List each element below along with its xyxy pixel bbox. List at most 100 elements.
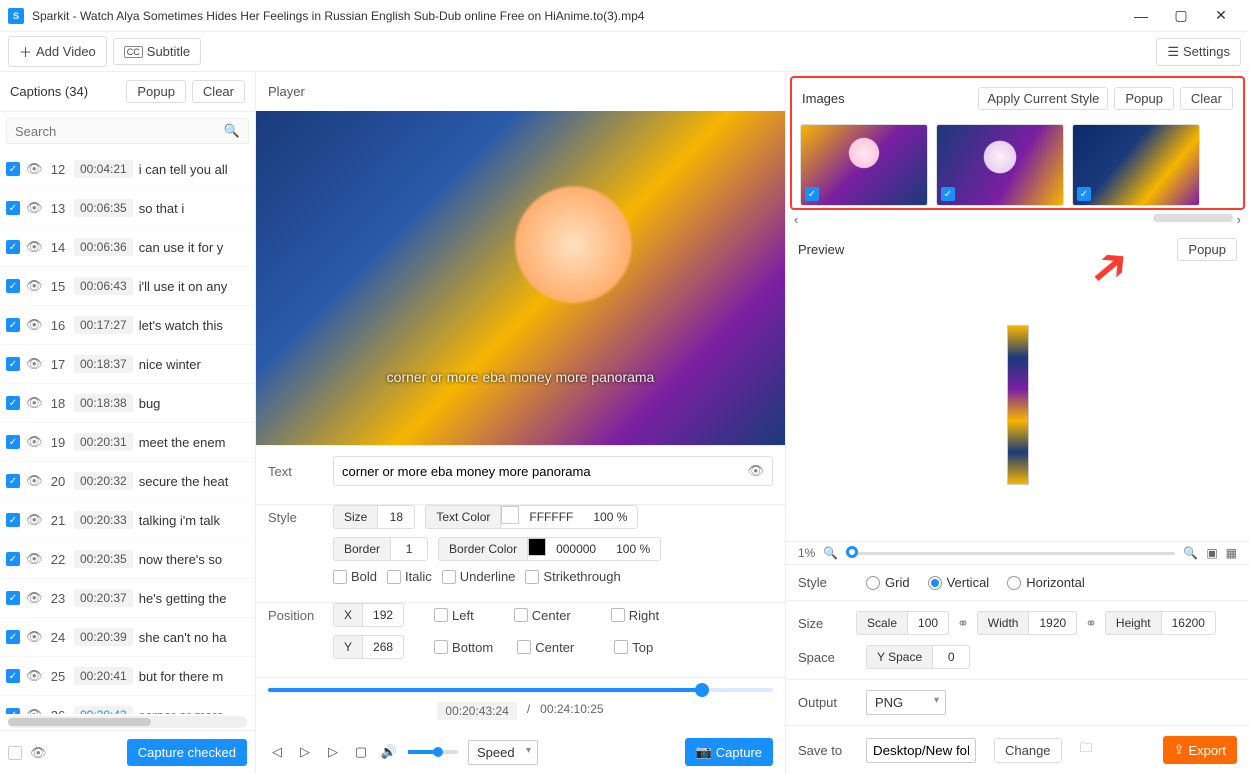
width-field[interactable]: Width1920 — [977, 611, 1077, 635]
row-checkbox[interactable]: ✓ — [6, 513, 20, 527]
stop-icon[interactable]: ▢ — [352, 744, 370, 760]
row-checkbox[interactable]: ✓ — [6, 474, 20, 488]
caption-row[interactable]: ✓ 👁 25 00:20:41 but for there m — [0, 657, 255, 696]
caption-row[interactable]: ✓ 👁 17 00:18:37 nice winter — [0, 345, 255, 384]
row-checkbox[interactable]: ✓ — [6, 591, 20, 605]
row-checkbox[interactable]: ✓ — [6, 396, 20, 410]
captions-search[interactable]: 🔍 — [6, 118, 249, 144]
center-x-checkbox[interactable]: Center — [514, 608, 571, 623]
search-input[interactable] — [15, 124, 224, 139]
settings-button[interactable]: ☰Settings — [1156, 38, 1241, 66]
eye-icon[interactable]: 👁 — [26, 473, 42, 489]
eye-icon[interactable]: 👁 — [26, 668, 42, 684]
eye-icon[interactable]: 👁 — [26, 707, 42, 714]
link-icon[interactable]: ⚭ — [1085, 615, 1097, 632]
strike-checkbox[interactable]: Strikethrough — [525, 569, 620, 584]
captions-hscroll[interactable] — [8, 716, 247, 728]
video-player[interactable]: corner or more eba money more panorama — [256, 111, 785, 445]
horizontal-radio[interactable]: Horizontal — [1007, 575, 1085, 590]
volume-icon[interactable]: 🔊 — [380, 744, 398, 760]
bottom-checkbox[interactable]: Bottom — [434, 640, 493, 655]
close-button[interactable]: ✕ — [1201, 0, 1241, 31]
italic-checkbox[interactable]: Italic — [387, 569, 432, 584]
minimize-button[interactable]: — — [1121, 0, 1161, 31]
eye-icon[interactable]: 👁 — [26, 590, 42, 606]
seek-bar[interactable]: 00:20:43:24 / 00:24:10:25 — [256, 677, 785, 730]
caption-row[interactable]: ✓ 👁 24 00:20:39 she can't no ha — [0, 618, 255, 657]
fill-icon[interactable]: ▦ — [1226, 546, 1237, 560]
row-checkbox[interactable]: ✓ — [6, 669, 20, 683]
play-icon[interactable]: ▷ — [296, 744, 314, 760]
row-checkbox[interactable]: ✓ — [6, 435, 20, 449]
eye-icon[interactable]: 👁 — [26, 200, 42, 216]
output-select[interactable]: PNG — [866, 690, 946, 715]
image-thumb-2[interactable]: ✓ — [936, 124, 1064, 206]
text-color-field[interactable]: Text ColorFFFFFF100 % — [425, 505, 638, 529]
caption-row[interactable]: ✓ 👁 26 00:20:43 corner or more — [0, 696, 255, 714]
fit-icon[interactable]: ▣ — [1206, 546, 1217, 560]
images-clear-button[interactable]: Clear — [1180, 87, 1233, 110]
row-checkbox[interactable]: ✓ — [6, 357, 20, 371]
yspace-field[interactable]: Y Space0 — [866, 645, 970, 669]
eye-icon[interactable]: 👁 — [26, 161, 42, 177]
images-next-icon[interactable]: › — [1237, 212, 1241, 227]
row-checkbox[interactable]: ✓ — [6, 552, 20, 566]
size-field[interactable]: Size18 — [333, 505, 415, 529]
text-field[interactable]: 👁 — [333, 456, 773, 486]
capture-checked-button[interactable]: Capture checked — [127, 739, 247, 766]
saveto-field[interactable] — [866, 738, 976, 763]
border-color-field[interactable]: Border Color000000100 % — [438, 537, 661, 561]
zoom-in-icon[interactable]: 🔍 — [1183, 546, 1198, 560]
eye-icon[interactable]: 👁 — [747, 463, 764, 479]
x-field[interactable]: X192 — [333, 603, 404, 627]
image-thumb-1[interactable]: ✓ — [800, 124, 928, 206]
caption-row[interactable]: ✓ 👁 15 00:06:43 i'll use it on any — [0, 267, 255, 306]
images-popup-button[interactable]: Popup — [1114, 87, 1174, 110]
caption-row[interactable]: ✓ 👁 20 00:20:32 secure the heat — [0, 462, 255, 501]
change-button[interactable]: Change — [994, 738, 1062, 763]
images-scrollbar[interactable] — [1153, 214, 1233, 222]
y-field[interactable]: Y268 — [333, 635, 404, 659]
captions-clear-button[interactable]: Clear — [192, 80, 245, 103]
row-checkbox[interactable]: ✓ — [6, 201, 20, 215]
grid-radio[interactable]: Grid — [866, 575, 910, 590]
row-checkbox[interactable]: ✓ — [6, 240, 20, 254]
zoom-out-icon[interactable]: 🔍 — [823, 546, 838, 560]
folder-icon[interactable]: 🗀 — [1080, 739, 1093, 761]
left-checkbox[interactable]: Left — [434, 608, 474, 623]
export-button[interactable]: ⇪Export — [1163, 736, 1237, 764]
preview-popup-button[interactable]: Popup — [1177, 238, 1237, 261]
caption-row[interactable]: ✓ 👁 22 00:20:35 now there's so — [0, 540, 255, 579]
zoom-slider[interactable] — [846, 552, 1175, 555]
add-video-button[interactable]: ＋Add Video — [8, 36, 107, 67]
center-y-checkbox[interactable]: Center — [517, 640, 574, 655]
row-checkbox[interactable]: ✓ — [6, 708, 20, 714]
height-field[interactable]: Height16200 — [1105, 611, 1216, 635]
caption-row[interactable]: ✓ 👁 13 00:06:35 so that i — [0, 189, 255, 228]
caption-row[interactable]: ✓ 👁 19 00:20:31 meet the enem — [0, 423, 255, 462]
eye-icon[interactable]: 👁 — [30, 745, 47, 761]
image-thumb-3[interactable]: ✓ — [1072, 124, 1200, 206]
border-field[interactable]: Border1 — [333, 537, 428, 561]
top-checkbox[interactable]: Top — [614, 640, 653, 655]
eye-icon[interactable]: 👁 — [26, 395, 42, 411]
row-checkbox[interactable]: ✓ — [6, 279, 20, 293]
caption-row[interactable]: ✓ 👁 18 00:18:38 bug — [0, 384, 255, 423]
caption-row[interactable]: ✓ 👁 21 00:20:33 talking i'm talk — [0, 501, 255, 540]
caption-row[interactable]: ✓ 👁 12 00:04:21 i can tell you all — [0, 150, 255, 189]
capture-button[interactable]: 📷Capture — [685, 738, 773, 766]
eye-icon[interactable]: 👁 — [26, 278, 42, 294]
row-checkbox[interactable]: ✓ — [6, 318, 20, 332]
speed-select[interactable]: Speed — [468, 740, 538, 765]
row-checkbox[interactable]: ✓ — [6, 162, 20, 176]
volume-slider[interactable] — [408, 750, 458, 754]
eye-icon[interactable]: 👁 — [26, 629, 42, 645]
select-all-checkbox[interactable] — [8, 746, 22, 760]
row-checkbox[interactable]: ✓ — [6, 630, 20, 644]
subtitle-button[interactable]: CCSubtitle — [113, 38, 201, 65]
link-icon[interactable]: ⚭ — [957, 615, 969, 632]
eye-icon[interactable]: 👁 — [26, 434, 42, 450]
scale-field[interactable]: Scale100 — [856, 611, 949, 635]
text-input[interactable] — [342, 464, 741, 479]
eye-icon[interactable]: 👁 — [26, 239, 42, 255]
